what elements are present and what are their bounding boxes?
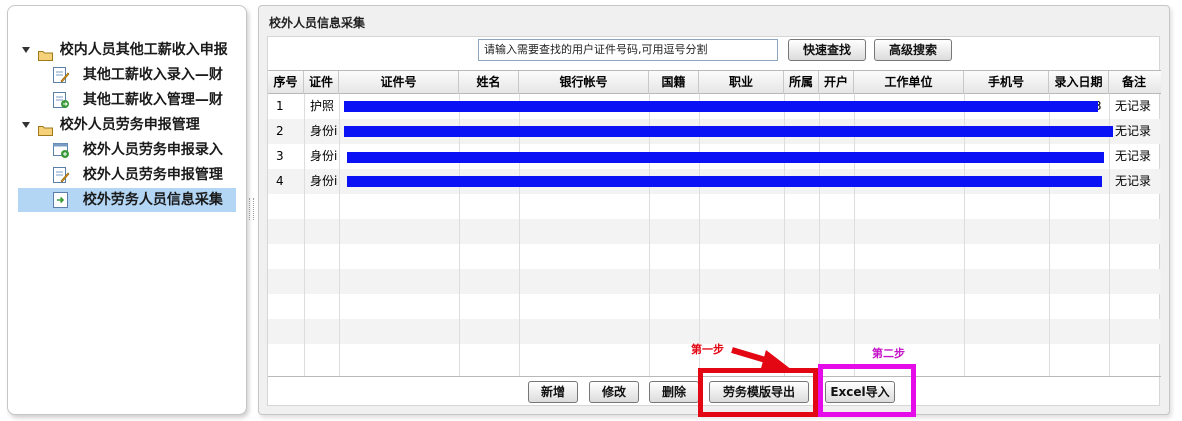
document-export-icon bbox=[52, 91, 70, 109]
redaction-bar bbox=[344, 101, 1098, 112]
tree-folder-internal-salary[interactable]: 校内人员其他工薪收入申报 bbox=[22, 38, 228, 62]
cell-id-type: 身份i bbox=[310, 124, 338, 138]
cell-row-number: 2 bbox=[276, 124, 284, 138]
column-header[interactable]: 国籍 bbox=[649, 71, 699, 94]
add-button[interactable]: 新增 bbox=[528, 381, 578, 403]
step1-highlight-box bbox=[698, 368, 818, 417]
cell-row-number: 1 bbox=[276, 99, 284, 113]
column-header[interactable]: 录入日期 bbox=[1049, 71, 1109, 94]
document-import-icon bbox=[52, 191, 70, 209]
edit-document-icon bbox=[52, 166, 70, 184]
advanced-search-button[interactable]: 高级搜索 bbox=[874, 39, 952, 61]
column-header[interactable]: 姓名 bbox=[459, 71, 519, 94]
column-header[interactable]: 银行帐号 bbox=[519, 71, 649, 94]
page-title: 校外人员信息采集 bbox=[269, 16, 366, 30]
column-header[interactable]: 手机号 bbox=[964, 71, 1049, 94]
column-header[interactable]: 所属 bbox=[784, 71, 819, 94]
quick-search-button[interactable]: 快速查找 bbox=[788, 39, 866, 61]
cell-remark: 无记录 bbox=[1115, 124, 1152, 138]
cell-id-type: 身份i bbox=[310, 174, 338, 188]
table-row-empty bbox=[268, 194, 1161, 219]
tree-item-label: 校外人员劳务申报录入 bbox=[82, 142, 223, 158]
cell-row-number: 3 bbox=[276, 149, 284, 163]
table-row-empty bbox=[268, 244, 1161, 269]
tree-item-label: 其他工薪收入管理—财 bbox=[82, 92, 223, 108]
expand-arrow-icon[interactable] bbox=[22, 122, 30, 128]
folder-icon bbox=[37, 120, 53, 136]
column-header[interactable]: 职业 bbox=[699, 71, 784, 94]
redaction-bar bbox=[347, 152, 1104, 163]
expand-arrow-icon[interactable] bbox=[22, 47, 30, 53]
cell-remark: 无记录 bbox=[1115, 99, 1152, 113]
step1-annotation-label: 第一步 bbox=[691, 343, 724, 356]
tree-item-labor-info-collect[interactable]: 校外劳务人员信息采集 bbox=[18, 188, 236, 212]
cell-remark: 无记录 bbox=[1115, 149, 1152, 163]
column-header[interactable]: 工作单位 bbox=[854, 71, 964, 94]
tree-item-other-salary-entry[interactable]: 其他工薪收入录入—财 bbox=[52, 63, 223, 87]
column-header[interactable]: 备注 bbox=[1109, 71, 1159, 94]
tree-item-other-salary-manage[interactable]: 其他工薪收入管理—财 bbox=[52, 88, 223, 112]
cell-row-number: 4 bbox=[276, 174, 284, 188]
search-input[interactable]: 请输入需要查找的用户证件号码,可用逗号分割 bbox=[478, 39, 778, 61]
step2-annotation-label: 第二步 bbox=[872, 347, 905, 360]
table-row-empty bbox=[268, 294, 1161, 319]
cell-remark: 无记录 bbox=[1115, 174, 1152, 188]
tree-item-label: 校外人员劳务申报管理 bbox=[82, 167, 223, 183]
column-header[interactable]: 证件号 bbox=[339, 71, 459, 94]
grid-divider bbox=[339, 94, 340, 376]
step2-highlight-box bbox=[818, 364, 916, 417]
column-header[interactable]: 开户 bbox=[819, 71, 854, 94]
tree-item-label: 校外劳务人员信息采集 bbox=[82, 192, 223, 208]
edit-button[interactable]: 修改 bbox=[589, 381, 639, 403]
redaction-bar bbox=[344, 126, 1113, 137]
tree-item-label: 其他工薪收入录入—财 bbox=[82, 67, 223, 83]
window-add-icon bbox=[52, 141, 70, 159]
tree-folder-external-labor[interactable]: 校外人员劳务申报管理 bbox=[22, 113, 200, 137]
grid-divider bbox=[304, 94, 305, 376]
column-header[interactable]: 证件 bbox=[304, 71, 339, 94]
cell-id-type: 身份i bbox=[310, 149, 338, 163]
delete-button[interactable]: 删除 bbox=[649, 381, 699, 403]
tree-folder-label: 校外人员劳务申报管理 bbox=[59, 117, 200, 133]
edit-document-icon bbox=[52, 66, 70, 84]
grid-header: 序号 证件 证件号 姓名 银行帐号 国籍 职业 所属 开户 工作单位 手机号 录… bbox=[268, 71, 1161, 94]
nav-tree-panel: 校内人员其他工薪收入申报 其他工薪收入录入—财 其他工薪收入管理—财 校外人员劳… bbox=[7, 5, 247, 415]
data-grid: 序号 证件 证件号 姓名 银行帐号 国籍 职业 所属 开户 工作单位 手机号 录… bbox=[268, 70, 1161, 377]
cell-id-type: 护照 bbox=[310, 99, 335, 113]
tree-item-labor-entry[interactable]: 校外人员劳务申报录入 bbox=[52, 138, 223, 162]
table-row-empty bbox=[268, 219, 1161, 244]
tree-item-labor-manage[interactable]: 校外人员劳务申报管理 bbox=[52, 163, 223, 187]
folder-icon bbox=[37, 45, 53, 61]
panel-splitter-handle[interactable] bbox=[249, 198, 254, 220]
table-row-empty bbox=[268, 269, 1161, 294]
tree-folder-label: 校内人员其他工薪收入申报 bbox=[59, 42, 228, 58]
column-header[interactable]: 序号 bbox=[268, 71, 304, 94]
redaction-bar bbox=[347, 176, 1102, 187]
